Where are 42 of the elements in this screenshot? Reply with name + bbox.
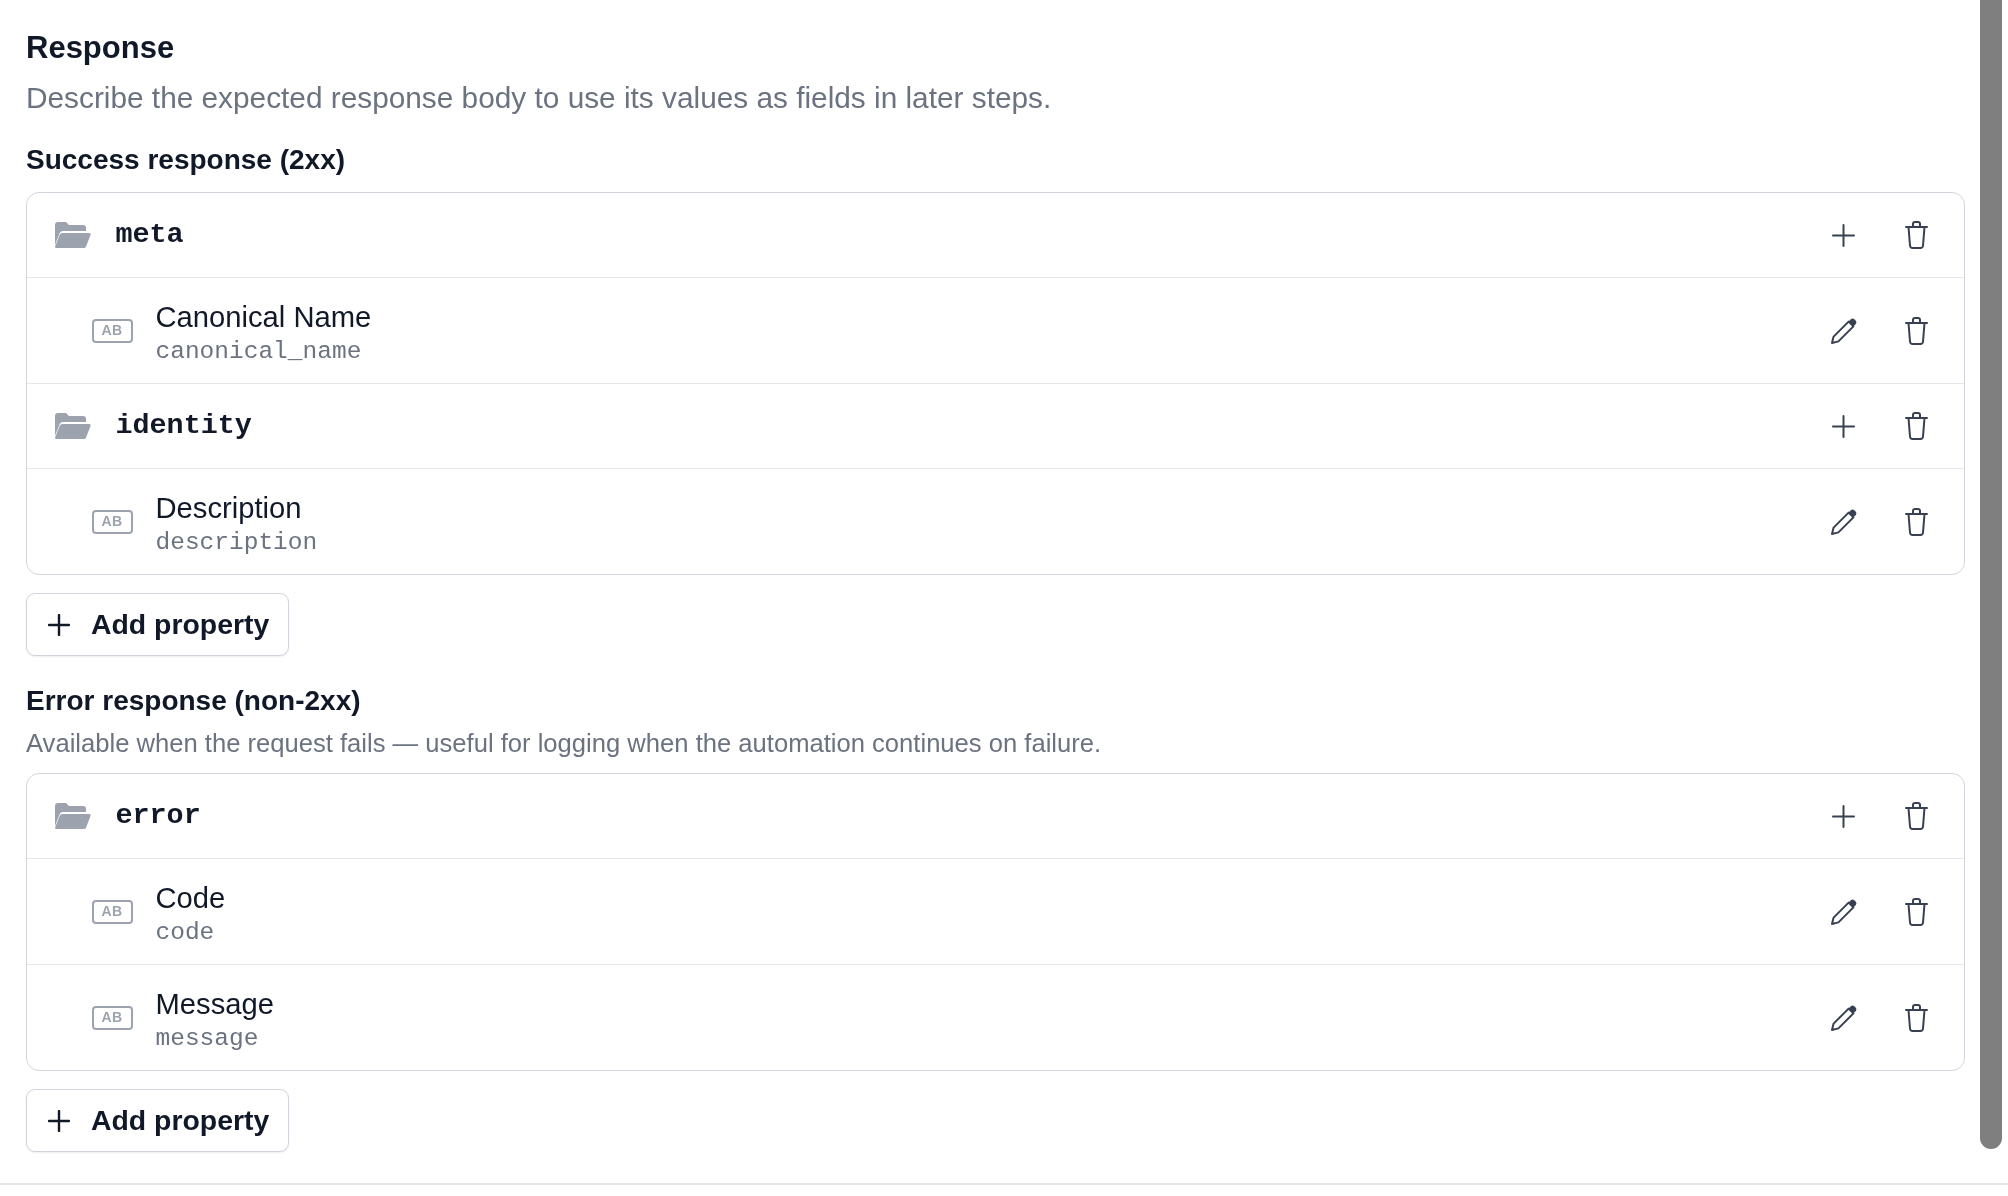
pencil-icon bbox=[1829, 507, 1858, 536]
section-heading: Error response (non-2xx) bbox=[26, 684, 361, 718]
trash-icon bbox=[1905, 1003, 1928, 1032]
pencil-icon bbox=[1829, 316, 1858, 345]
field-key: message bbox=[155, 1023, 259, 1054]
trash-icon bbox=[1905, 316, 1928, 345]
field-key: canonical_name bbox=[155, 336, 362, 367]
object-name: error bbox=[115, 798, 201, 834]
section-description: Available when the request fails — useful for logging when the automation continues on failure. bbox=[26, 728, 1102, 759]
field-label: Canonical Name bbox=[155, 299, 372, 334]
add-property-button[interactable]: Add property bbox=[26, 1089, 290, 1152]
text-type-icon: AB bbox=[91, 318, 133, 343]
trash-icon bbox=[1905, 897, 1928, 926]
folder-icon bbox=[53, 221, 91, 249]
trash-icon bbox=[1905, 221, 1928, 249]
field-label: Description bbox=[155, 490, 302, 525]
scrollbar-thumb[interactable] bbox=[1980, 0, 2002, 1149]
text-type-icon: AB bbox=[91, 1005, 133, 1030]
add-property-button[interactable]: Add property bbox=[26, 593, 290, 656]
text-type-icon: AB bbox=[91, 509, 133, 534]
field-label: Code bbox=[155, 880, 226, 915]
object-name: meta bbox=[115, 217, 184, 253]
plus-icon bbox=[48, 613, 70, 636]
plus-icon bbox=[48, 1109, 70, 1132]
trash-icon bbox=[1905, 507, 1928, 536]
trash-icon bbox=[1905, 412, 1928, 440]
plus-icon bbox=[1832, 804, 1855, 828]
folder-icon bbox=[53, 802, 91, 830]
object-name: identity bbox=[115, 408, 252, 444]
pencil-icon bbox=[1829, 1003, 1858, 1032]
folder-icon bbox=[53, 412, 91, 440]
field-key: description bbox=[155, 527, 318, 558]
field-label: Message bbox=[155, 986, 274, 1021]
section-heading: Success response (2xx) bbox=[26, 143, 346, 177]
section-title: Response bbox=[26, 29, 175, 67]
field-key: code bbox=[155, 917, 215, 948]
pencil-icon bbox=[1829, 897, 1858, 926]
section-description: Describe the expected response body to use its values as fields in later steps. bbox=[26, 80, 1052, 116]
trash-icon bbox=[1905, 802, 1928, 830]
text-type-icon: AB bbox=[91, 899, 133, 924]
plus-icon bbox=[1832, 414, 1855, 438]
plus-icon bbox=[1832, 223, 1855, 247]
